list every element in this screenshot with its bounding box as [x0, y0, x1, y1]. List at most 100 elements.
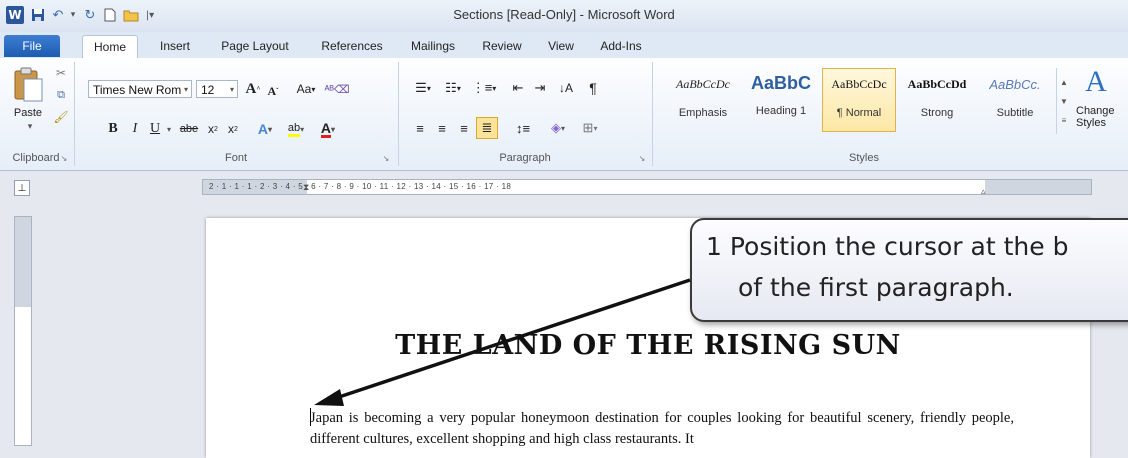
callout-line-2: of the first paragraph.	[738, 273, 1014, 302]
ruler-labels: 2 · 1 · 1 · 1 · 2 · 3 · 4 · 5 · 6 · 7 · …	[209, 182, 512, 191]
chevron-down-icon: ▼	[1060, 96, 1068, 106]
chevron-down-icon: ▾	[229, 85, 234, 94]
style-preview: AaBbCcDc	[676, 77, 730, 91]
increase-indent-icon[interactable]: ⇥	[530, 78, 550, 98]
change-case-glyph: Aa	[296, 82, 312, 96]
grow-font-icon[interactable]: A ^	[244, 80, 262, 98]
style-label: Heading 1	[755, 105, 807, 117]
borders-icon[interactable]: ⊞ ▾	[576, 118, 604, 138]
grow-font-glyph: A	[245, 80, 257, 97]
line-spacing-icon[interactable]: ↕≡	[510, 118, 536, 138]
font-group-label: Font	[224, 152, 247, 164]
style-preview: AaBbCc.	[989, 77, 1041, 92]
style-heading-1[interactable]: AaBbC Heading 1	[744, 68, 818, 132]
callout-line-1: 1 Position the cursor at the b	[706, 232, 1069, 261]
italic-icon[interactable]: I	[126, 120, 144, 138]
window-title: Sections [Read-Only] - Microsoft Word	[453, 7, 675, 22]
tab-mailings[interactable]: Mailings	[400, 36, 466, 56]
change-case-button[interactable]: Aa ▾	[292, 80, 320, 98]
vertical-ruler[interactable]	[14, 216, 32, 446]
document-heading[interactable]: THE LAND OF THE RISING SUN	[206, 330, 1090, 361]
separator	[74, 62, 75, 166]
vertical-ruler-margin	[15, 217, 31, 307]
tab-review[interactable]: Review	[474, 36, 530, 56]
numbering-icon[interactable]: ☷ ▾	[440, 78, 466, 98]
ribbon-tabs: File Home Insert Page Layout References …	[0, 32, 1128, 59]
font-size-combo[interactable]: 12 ▾	[196, 80, 238, 98]
style-label: ¶ Normal	[836, 107, 882, 119]
change-styles-button[interactable]: Change Styles	[1076, 102, 1128, 132]
title-bar: W ↶ ▾ ↻ |▾ Sections [Read-Only] - Micros…	[0, 0, 1128, 33]
tab-home[interactable]: Home	[82, 35, 138, 59]
cut-icon[interactable]: ✂	[52, 64, 70, 82]
more-icon: ≡	[1061, 115, 1067, 125]
clipboard-launcher-icon[interactable]: ↘	[58, 152, 70, 164]
separator	[652, 62, 653, 166]
strikethrough-icon[interactable]: abe	[178, 120, 200, 138]
tab-insert[interactable]: Insert	[150, 36, 200, 56]
highlight-color-icon[interactable]: ab ▾	[282, 120, 310, 138]
show-hide-icon[interactable]: ¶	[584, 78, 602, 98]
align-center-icon[interactable]: ≡	[432, 118, 452, 138]
document-paragraph[interactable]: Japan is becoming a very popular honeymo…	[310, 408, 1014, 450]
style-emphasis[interactable]: AaBbCcDc Emphasis	[666, 68, 740, 132]
style-preview: AaBbCcDc	[831, 77, 887, 91]
bold-icon[interactable]: B	[104, 120, 122, 138]
superscript-icon[interactable]: x2	[224, 120, 242, 138]
font-size-value: 12	[201, 83, 215, 97]
align-left-icon[interactable]: ≡	[410, 118, 430, 138]
font-name-value: Times New Rom	[93, 83, 182, 97]
font-name-combo[interactable]: Times New Rom ▾	[88, 80, 192, 98]
clear-formatting-icon[interactable]: ᴬᴮ⌫	[324, 78, 349, 100]
style-label: Strong	[920, 107, 954, 119]
styles-gallery-scroll[interactable]: ▲ ▼ ≡	[1056, 68, 1071, 134]
horizontal-ruler[interactable]: 2 · 1 · 1 · 1 · 2 · 3 · 4 · 5 · 6 · 7 · …	[202, 179, 1092, 195]
style-label: Emphasis	[678, 107, 728, 119]
instruction-callout: 1 Position the cursor at the b of the fi…	[690, 218, 1128, 322]
underline-dropdown-icon[interactable]: ▾	[164, 120, 174, 138]
paste-dropdown-icon[interactable]: ▾	[10, 120, 50, 132]
paste-button[interactable]: Paste	[8, 106, 48, 120]
decrease-indent-icon[interactable]: ⇤	[508, 78, 528, 98]
align-right-icon[interactable]: ≡	[454, 118, 474, 138]
separator	[398, 62, 399, 166]
text-effects-icon[interactable]: A ▾	[252, 120, 278, 138]
style-subtitle[interactable]: AaBbCc. Subtitle	[978, 68, 1052, 132]
tab-references[interactable]: References	[312, 36, 392, 56]
font-launcher-icon[interactable]: ↘	[380, 152, 392, 164]
style-label: Subtitle	[996, 107, 1034, 119]
chevron-down-icon: ▾	[183, 85, 188, 94]
underline-icon[interactable]: U	[146, 120, 164, 138]
indent-marker-icon[interactable]: ⧗	[303, 180, 311, 194]
paste-icon[interactable]	[10, 64, 46, 104]
style-preview: AaBbC	[750, 73, 811, 93]
justify-icon[interactable]: ≣	[476, 117, 498, 139]
tab-add-ins[interactable]: Add-Ins	[592, 36, 650, 56]
tab-page-layout[interactable]: Page Layout	[212, 36, 298, 56]
tab-view[interactable]: View	[540, 36, 582, 56]
paragraph-group-label: Paragraph	[499, 152, 551, 164]
paragraph-launcher-icon[interactable]: ↘	[636, 152, 648, 164]
multilevel-list-icon[interactable]: ⋮≡ ▾	[470, 78, 498, 98]
change-styles-icon[interactable]: A	[1076, 64, 1116, 100]
tab-file[interactable]: File	[4, 35, 60, 57]
style-strong[interactable]: AaBbCcDd Strong	[900, 68, 974, 132]
callout-text: 1 Position the cursor at the b of the fi…	[706, 226, 1128, 308]
shading-icon[interactable]: ◈ ▾	[544, 118, 572, 138]
shrink-font-icon[interactable]: Aˇ	[264, 82, 282, 100]
font-color-icon[interactable]: A ▾	[314, 120, 342, 138]
ribbon: Paste ▾ ✂ ⧉ 🖌 Clipboard ↘ Times New Rom ▾…	[0, 58, 1128, 171]
sort-icon[interactable]: ↓A	[556, 78, 576, 98]
subscript-icon[interactable]: x2	[204, 120, 222, 138]
style-normal[interactable]: AaBbCcDc ¶ Normal	[822, 68, 896, 132]
bullets-icon[interactable]: ☰ ▾	[410, 78, 436, 98]
style-preview: AaBbCcDd	[907, 77, 967, 91]
copy-icon[interactable]: ⧉	[52, 86, 70, 104]
ruler-margin-right	[985, 180, 1091, 194]
shrink-font-glyph: A	[267, 83, 277, 98]
format-painter-icon[interactable]: 🖌	[52, 108, 70, 126]
chevron-up-icon: ▲	[1060, 77, 1068, 87]
styles-group-label: Styles	[849, 152, 879, 164]
tab-selector-icon[interactable]: ⊥	[14, 180, 30, 196]
right-indent-marker-icon[interactable]: ▵	[981, 184, 989, 194]
